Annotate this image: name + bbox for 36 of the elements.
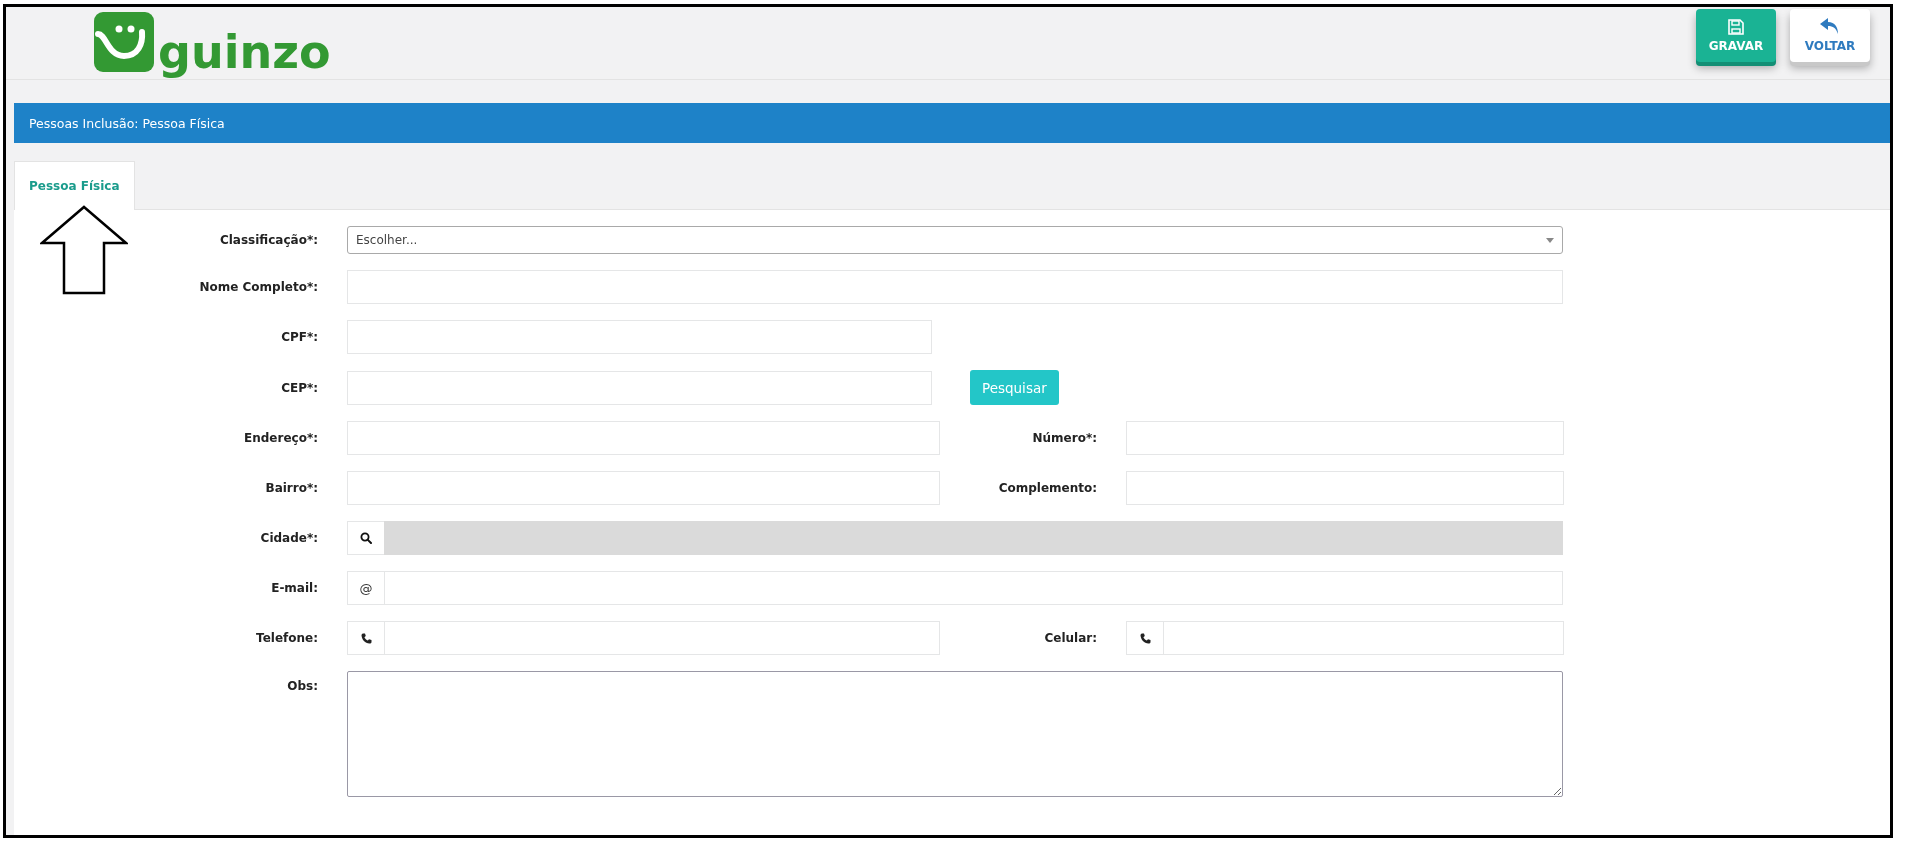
notes-textarea[interactable] bbox=[347, 671, 1563, 797]
field-label: Bairro*: bbox=[264, 481, 318, 495]
text-field[interactable] bbox=[1126, 421, 1564, 455]
field-label: Nome Completo*: bbox=[198, 280, 318, 294]
tab[interactable]: Pessoa Física bbox=[14, 161, 135, 210]
text-field[interactable] bbox=[1126, 471, 1564, 505]
field-label: CEP*: bbox=[280, 380, 318, 395]
field-label: Obs: bbox=[286, 678, 318, 693]
text-field[interactable] bbox=[347, 471, 940, 505]
field-label: Endereço*: bbox=[243, 431, 318, 445]
field-label: Complemento: bbox=[997, 481, 1097, 495]
reply-arrow-icon bbox=[1820, 18, 1840, 35]
page-title: Pessoas Inclusão: Pessoa Física bbox=[29, 115, 225, 131]
smiley-logo-icon bbox=[94, 12, 154, 72]
phone-field[interactable] bbox=[1163, 621, 1564, 655]
dropdown-field[interactable]: Escolher... bbox=[347, 226, 1563, 254]
field-label: Cidade*: bbox=[259, 531, 318, 545]
text-field[interactable] bbox=[347, 320, 932, 354]
field-label: Telefone: bbox=[255, 631, 318, 645]
search-button[interactable]: Pesquisar bbox=[970, 370, 1059, 405]
caret-icon bbox=[1546, 237, 1554, 243]
email-field[interactable] bbox=[384, 571, 1563, 605]
field-label: Celular: bbox=[1043, 631, 1097, 645]
field-label: E-mail: bbox=[270, 581, 318, 595]
text-field[interactable] bbox=[347, 421, 940, 455]
search-icon[interactable] bbox=[360, 532, 372, 544]
phone-icon bbox=[1139, 632, 1151, 644]
text-field[interactable] bbox=[347, 270, 1563, 304]
logo-text: guinzo bbox=[158, 27, 331, 77]
phone-field[interactable] bbox=[384, 621, 940, 655]
field-label: CPF*: bbox=[280, 330, 318, 344]
at-sign-addon: @ bbox=[347, 571, 384, 605]
phone-icon bbox=[360, 632, 372, 644]
field-label: Número*: bbox=[1031, 431, 1097, 445]
field-label: Classificação*: bbox=[218, 233, 318, 247]
text-field[interactable] bbox=[347, 370, 932, 405]
